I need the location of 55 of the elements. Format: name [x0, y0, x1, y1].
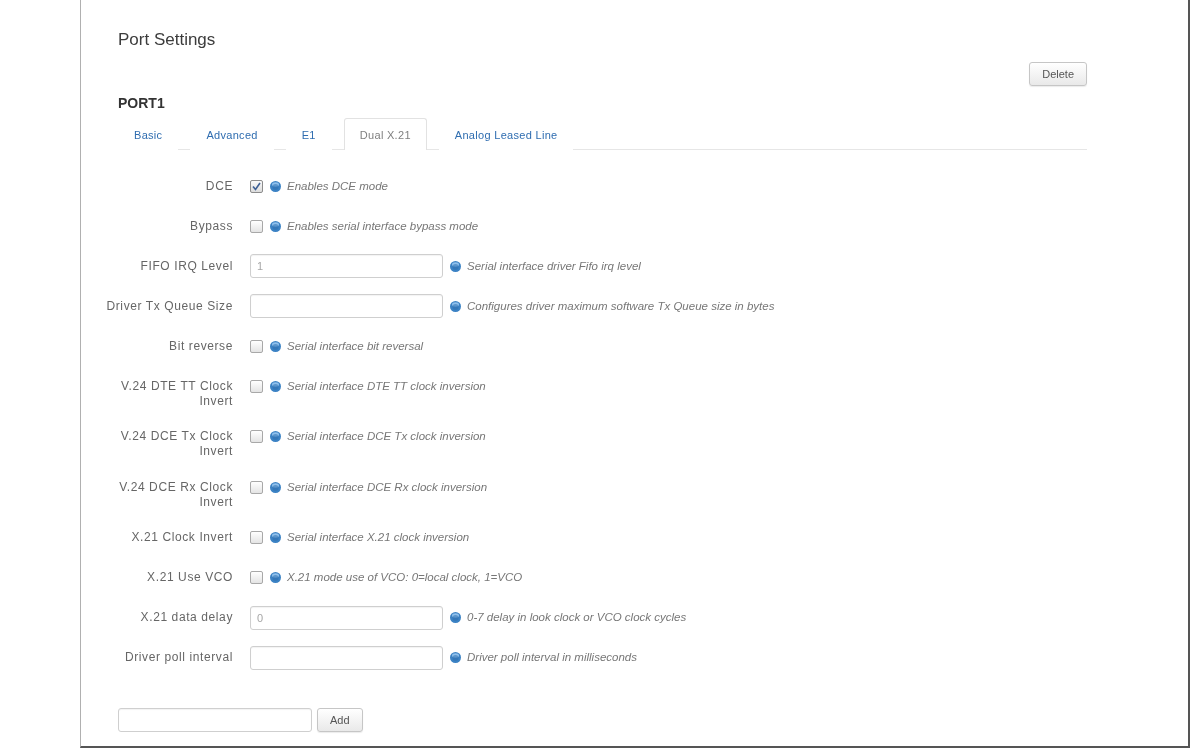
field-hint: Configures driver maximum software Tx Queue size in bytes: [467, 298, 775, 314]
field-hint: Serial interface driver Fifo irq level: [467, 258, 641, 274]
field-hint: Enables DCE mode: [287, 178, 388, 194]
info-icon: [270, 220, 281, 232]
field-label: X.21 data delay: [139, 609, 233, 625]
field-label: X.21 Clock Invert: [130, 529, 233, 545]
field-label: Bit reverse: [168, 337, 233, 354]
input-field[interactable]: [118, 707, 312, 732]
checkbox[interactable]: [250, 480, 263, 494]
checkbox[interactable]: [250, 379, 263, 393]
info-icon: [450, 260, 461, 272]
field-label: DCE: [204, 177, 233, 194]
checkbox[interactable]: [250, 339, 263, 353]
tab[interactable]: Dual X.21: [343, 118, 427, 150]
field-hint: Enables serial interface bypass mode: [287, 218, 479, 234]
field-label: FIFO IRQ Level: [139, 257, 233, 274]
section-title: PORT1: [118, 94, 165, 112]
checkbox[interactable]: [250, 531, 263, 544]
checkbox[interactable]: [250, 430, 263, 443]
checkbox[interactable]: [250, 219, 263, 233]
field-hint: Serial interface X.21 clock inversion: [287, 530, 470, 545]
field-label: Driver poll interval: [123, 649, 233, 665]
field-hint: Serial interface DCE Tx clock inversion: [287, 429, 486, 444]
field-hint: 0-7 delay in look clock or VCO clock cycles: [467, 610, 687, 625]
info-icon: [450, 652, 461, 663]
field-hint: Serial interface DTE TT clock inversion: [287, 378, 486, 394]
field-hint: Serial interface bit reversal: [287, 338, 424, 354]
field-hint: Serial interface DCE Rx clock inversion: [287, 479, 488, 495]
field-hint: Driver poll interval in milliseconds: [467, 650, 637, 665]
info-icon: [270, 340, 281, 352]
field-label: Driver Tx Queue Size: [105, 297, 233, 314]
info-icon: [270, 180, 281, 192]
field-label: V.24 DTE TT Clock Invert: [119, 377, 233, 409]
info-icon: [270, 481, 281, 493]
delete-button[interactable]: Delete: [1029, 62, 1087, 86]
field-label: V.24 DCE Tx Clock Invert: [119, 428, 233, 459]
field-label: X.21 Use VCO: [146, 569, 233, 585]
field-hint: X.21 mode use of VCO: 0=local clock, 1=VCO: [287, 570, 523, 585]
add-button[interactable]: Add: [317, 707, 363, 732]
field-label: V.24 DCE Rx Clock Invert: [118, 478, 233, 510]
text-field[interactable]: 1: [250, 254, 443, 278]
checkmark-icon: [252, 181, 261, 191]
page-title: Port Settings: [118, 29, 216, 51]
text-field[interactable]: [250, 645, 443, 670]
checkbox[interactable]: [250, 571, 263, 584]
info-icon: [450, 612, 461, 623]
field-label: Bypass: [189, 217, 233, 234]
info-icon: [270, 532, 281, 543]
info-icon: [270, 431, 281, 442]
text-field[interactable]: 0: [250, 605, 443, 630]
checkbox[interactable]: [250, 179, 263, 193]
info-icon: [450, 300, 461, 312]
info-icon: [270, 572, 281, 583]
text-field[interactable]: [250, 294, 443, 318]
info-icon: [270, 380, 281, 392]
